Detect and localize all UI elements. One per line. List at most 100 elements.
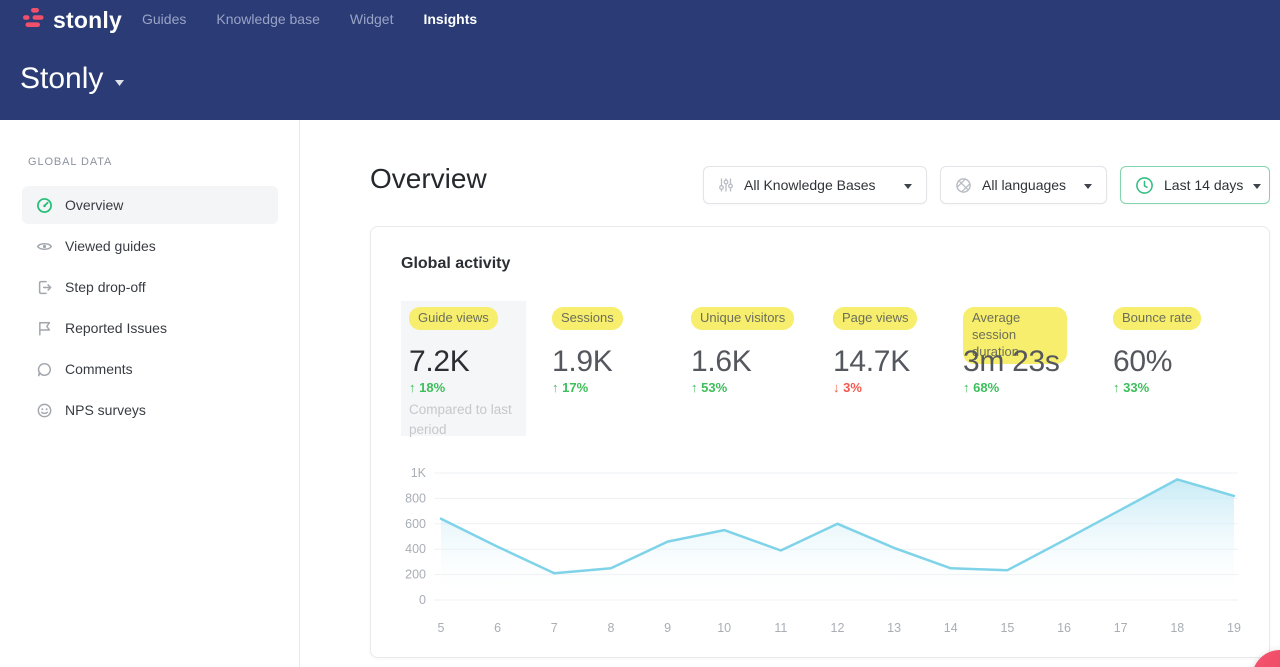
- x-axis-tick-label: 6: [494, 621, 501, 635]
- x-axis-tick-label: 19: [1227, 621, 1241, 635]
- arrow-up-icon: ↑: [963, 380, 973, 395]
- metric-value: 1.9K: [552, 345, 613, 379]
- y-axis-tick-label: 200: [405, 568, 426, 582]
- card-title: Global activity: [401, 255, 510, 273]
- metric-sessions[interactable]: Sessions 1.9K↑ 17%: [552, 307, 682, 442]
- metric-delta: ↑ 33%: [1113, 380, 1149, 395]
- x-axis-tick-label: 16: [1057, 621, 1071, 635]
- smiley-icon: [36, 402, 53, 419]
- x-axis-tick-label: 14: [944, 621, 958, 635]
- arrow-down-icon: ↓: [833, 380, 843, 395]
- sidebar-item-label: Overview: [65, 197, 123, 213]
- sidebar-section-label: GLOBAL DATA: [28, 156, 112, 168]
- flag-icon: [36, 320, 53, 337]
- arrow-up-icon: ↑: [691, 380, 701, 395]
- activity-chart: 02004006008001K5678910111213141516171819: [386, 461, 1251, 639]
- x-axis-tick-label: 18: [1170, 621, 1184, 635]
- metric-value: 1.6K: [691, 345, 752, 379]
- sidebar-item-reported-issues[interactable]: Reported Issues: [22, 309, 278, 347]
- nav-item-widget[interactable]: Widget: [350, 11, 394, 27]
- sidebar: GLOBAL DATA Overview Viewed guides Step dr…: [0, 120, 300, 667]
- x-axis-tick-label: 10: [717, 621, 731, 635]
- y-axis-tick-label: 0: [419, 593, 426, 607]
- workspace-selector[interactable]: Stonly: [20, 62, 124, 96]
- arrow-up-icon: ↑: [1113, 380, 1123, 395]
- metric-value: 60%: [1113, 345, 1172, 379]
- sidebar-item-comments[interactable]: Comments: [22, 350, 278, 388]
- x-axis-tick-label: 15: [1000, 621, 1014, 635]
- stonly-logo-text: stonly: [53, 7, 122, 34]
- metric-value: 3m 23s: [963, 345, 1060, 379]
- top-nav: Guides Knowledge base Widget Insights: [142, 0, 477, 38]
- metric-unique-visitors[interactable]: Unique visitors 1.6K↑ 53%: [691, 307, 821, 442]
- y-axis-tick-label: 400: [405, 542, 426, 556]
- x-axis-tick-label: 8: [607, 621, 614, 635]
- sidebar-item-viewed-guides[interactable]: Viewed guides: [22, 227, 278, 265]
- insights-page: stonly Guides Knowledge base Widget Insight…: [0, 0, 1280, 667]
- x-axis-tick-label: 12: [831, 621, 845, 635]
- metrics-row: Guide views 7.2K↑ 18% Compared to last per…: [371, 307, 1271, 462]
- caret-down-icon: [1253, 176, 1261, 194]
- nav-item-insights[interactable]: Insights: [423, 11, 477, 27]
- x-axis-tick-label: 7: [551, 621, 558, 635]
- sidebar-item-label: Reported Issues: [65, 320, 167, 336]
- metric-delta: ↑ 68%: [963, 380, 999, 395]
- metric-average-session-duration[interactable]: Average session duration3m 23s↑ 68%: [963, 307, 1093, 442]
- top-header: stonly Guides Knowledge base Widget Insight…: [0, 0, 1280, 120]
- metric-label-highlight: Bounce rate: [1113, 307, 1201, 330]
- y-axis-tick-label: 1K: [411, 466, 427, 480]
- nav-item-guides[interactable]: Guides: [142, 11, 186, 27]
- sidebar-item-label: Step drop-off: [65, 279, 146, 295]
- metric-label-highlight: Page views: [833, 307, 917, 330]
- metric-label-highlight: Sessions: [552, 307, 623, 330]
- sidebar-item-nps-surveys[interactable]: NPS surveys: [22, 391, 278, 429]
- filter-label: Last 14 days: [1164, 177, 1243, 193]
- eye-icon: [36, 238, 53, 255]
- stonly-logo[interactable]: stonly: [20, 7, 122, 34]
- filter-label: All languages: [982, 177, 1066, 193]
- filter-dropdown-last-14-days[interactable]: Last 14 days: [1120, 166, 1270, 204]
- metric-delta: ↑ 53%: [691, 380, 727, 395]
- x-axis-tick-label: 11: [774, 621, 787, 635]
- filter-dropdown-all-knowledge-bases[interactable]: All Knowledge Bases: [703, 166, 927, 204]
- sidebar-item-label: Viewed guides: [65, 238, 156, 254]
- metric-bounce-rate[interactable]: Bounce rate 60%↑ 33%: [1113, 307, 1243, 442]
- y-axis-tick-label: 800: [405, 491, 426, 505]
- y-axis-tick-label: 600: [405, 517, 426, 531]
- metric-label-highlight: Guide views: [409, 307, 498, 330]
- metric-delta: ↑ 17%: [552, 380, 588, 395]
- metric-page-views[interactable]: Page views 14.7K↓ 3%: [833, 307, 963, 442]
- x-axis-tick-label: 5: [438, 621, 445, 635]
- nav-item-knowledge-base[interactable]: Knowledge base: [216, 11, 320, 27]
- comment-icon: [36, 361, 53, 378]
- sidebar-item-label: NPS surveys: [65, 402, 146, 418]
- workspace-name: Stonly: [20, 62, 103, 96]
- global-activity-card: Global activity Guide views 7.2K↑ 18% Comp…: [370, 226, 1270, 658]
- stonly-logo-icon: [20, 8, 46, 34]
- metric-value: 7.2K: [409, 345, 470, 379]
- sidebar-item-label: Comments: [65, 361, 133, 377]
- filter-dropdown-all-languages[interactable]: All languages: [940, 166, 1107, 204]
- sidebar-item-overview[interactable]: Overview: [22, 186, 278, 224]
- step-drop-off-icon: [36, 279, 53, 296]
- x-axis-tick-label: 17: [1114, 621, 1128, 635]
- sidebar-item-step-drop-off[interactable]: Step drop-off: [22, 268, 278, 306]
- metric-delta: ↑ 18%: [409, 380, 445, 395]
- caret-down-icon: [1084, 176, 1092, 194]
- metric-guide-views[interactable]: Guide views 7.2K↑ 18% Compared to last per…: [409, 307, 539, 442]
- x-axis-tick-label: 9: [664, 621, 671, 635]
- caret-down-icon: [904, 176, 912, 194]
- chevron-down-icon: [115, 73, 124, 91]
- page-title: Overview: [370, 163, 487, 195]
- metric-note: Compared to last period: [409, 400, 513, 439]
- sliders-icon: [718, 177, 734, 193]
- arrow-up-icon: ↑: [552, 380, 562, 395]
- metric-delta: ↓ 3%: [833, 380, 862, 395]
- arrow-up-icon: ↑: [409, 380, 419, 395]
- gauge-icon: [36, 197, 53, 214]
- filter-label: All Knowledge Bases: [744, 177, 876, 193]
- metric-value: 14.7K: [833, 345, 910, 379]
- metric-label-highlight: Unique visitors: [691, 307, 794, 330]
- chart-area-fill: [441, 479, 1234, 600]
- clock-icon: [1135, 176, 1154, 195]
